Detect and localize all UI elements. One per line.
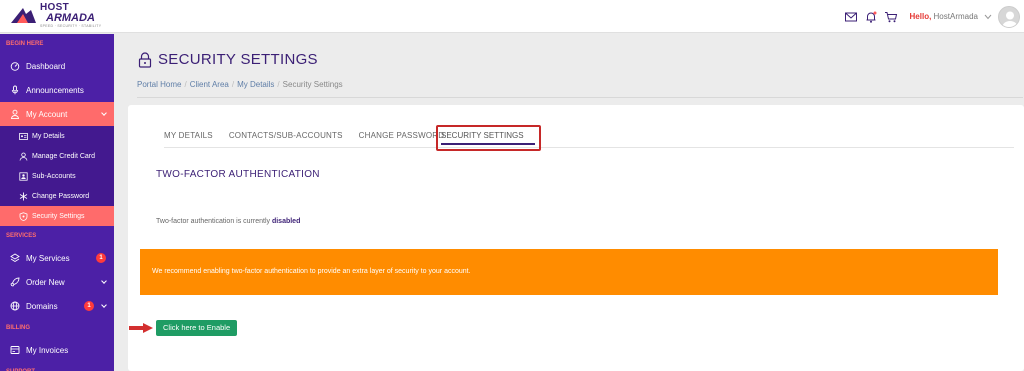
user-icon — [10, 109, 20, 119]
user-icon — [19, 152, 28, 161]
breadcrumb-separator: / — [232, 80, 234, 89]
notification-badge: 1 — [84, 301, 94, 311]
logo-text-armada: ARMADA — [46, 13, 101, 24]
dashboard-icon — [10, 61, 20, 71]
status-value: disabled — [272, 218, 300, 225]
security-settings-card: MY DETAILS CONTACTS/SUB-ACCOUNTS CHANGE … — [128, 105, 1024, 371]
tab-bar: MY DETAILS CONTACTS/SUB-ACCOUNTS CHANGE … — [164, 131, 460, 140]
sidebar-item-label: My Account — [26, 110, 67, 119]
globe-icon — [10, 301, 20, 311]
status-text: Two-factor authentication is currently — [156, 218, 272, 225]
breadcrumb: Portal Home/Client Area/My Details/Secur… — [137, 80, 343, 89]
sidebar-item-announcements[interactable]: Announcements — [0, 78, 114, 102]
top-bar: HOST ARMADA SPEED · SECURITY · STABILITY… — [0, 0, 1024, 33]
contact-box-icon — [19, 172, 28, 181]
sidebar-item-label: Security Settings — [32, 213, 85, 220]
notification-badge: 1 — [96, 253, 106, 263]
page-title: SECURITY SETTINGS — [158, 51, 318, 68]
sidebar-item-label: Dashboard — [26, 62, 65, 71]
shield-icon — [19, 212, 28, 221]
sidebar: BEGIN HERE Dashboard Announcements My Ac… — [0, 34, 114, 371]
warning-alert: We recommend enabling two-factor authent… — [140, 249, 998, 295]
sidebar-section-services: SERVICES — [0, 226, 114, 246]
sidebar-item-label: Sub-Accounts — [32, 173, 76, 180]
section-title: TWO-FACTOR AUTHENTICATION — [156, 169, 320, 180]
sidebar-item-label: My Services — [26, 254, 70, 263]
breadcrumb-portal-home[interactable]: Portal Home — [137, 80, 181, 89]
sidebar-item-dashboard[interactable]: Dashboard — [0, 54, 114, 78]
tab-my-details[interactable]: MY DETAILS — [164, 131, 213, 140]
chevron-down-icon — [101, 278, 107, 284]
chevron-down-icon — [101, 110, 107, 116]
tab-change-password[interactable]: CHANGE PASSWORD — [359, 131, 445, 140]
sidebar-item-label: Manage Credit Card — [32, 153, 95, 160]
breadcrumb-separator: / — [184, 80, 186, 89]
sidebar-item-my-account[interactable]: My Account — [0, 102, 114, 126]
enable-2fa-button[interactable]: Click here to Enable — [156, 320, 237, 336]
sidebar-item-order-new[interactable]: Order New — [0, 270, 114, 294]
lock-icon — [138, 52, 152, 68]
tab-contacts-sub-accounts[interactable]: CONTACTS/SUB-ACCOUNTS — [229, 131, 343, 140]
id-card-icon — [19, 132, 28, 141]
chevron-down-icon — [101, 302, 107, 308]
logo-tagline: SPEED · SECURITY · STABILITY — [40, 25, 101, 29]
bell-icon[interactable] — [864, 10, 878, 24]
active-tab-indicator — [441, 143, 535, 145]
sidebar-item-label: Announcements — [26, 86, 84, 95]
greeting-name: HostArmada — [934, 12, 978, 21]
tab-security-settings[interactable]: SECURITY SETTINGS — [441, 131, 524, 140]
breadcrumb-separator: / — [277, 80, 279, 89]
asterisk-icon — [19, 192, 28, 201]
sidebar-item-label: Order New — [26, 278, 65, 287]
user-avatar-icon — [999, 7, 1020, 28]
arrow-right-icon — [128, 322, 154, 334]
sidebar-item-label: Change Password — [32, 193, 89, 200]
rocket-icon — [10, 277, 20, 287]
sidebar-item-label: Domains — [26, 302, 58, 311]
sidebar-item-my-invoices[interactable]: My Invoices — [0, 338, 114, 362]
avatar[interactable] — [998, 6, 1020, 28]
invoice-icon — [10, 345, 20, 355]
sidebar-subitem-my-details[interactable]: My Details — [0, 126, 114, 146]
sidebar-item-domains[interactable]: Domains 1 — [0, 294, 114, 318]
two-factor-status: Two-factor authentication is currently d… — [156, 218, 300, 225]
microphone-icon — [10, 85, 20, 95]
sidebar-section-support: SUPPORT — [0, 362, 114, 371]
chevron-down-icon[interactable] — [984, 14, 992, 20]
sidebar-subitem-change-password[interactable]: Change Password — [0, 186, 114, 206]
breadcrumb-my-details[interactable]: My Details — [237, 80, 274, 89]
tab-bar-divider — [164, 147, 1014, 148]
sidebar-item-my-services[interactable]: My Services 1 — [0, 246, 114, 270]
sidebar-subitem-manage-credit-card[interactable]: Manage Credit Card — [0, 146, 114, 166]
sidebar-item-label: My Invoices — [26, 346, 68, 355]
sidebar-item-label: My Details — [32, 133, 65, 140]
user-greeting[interactable]: Hello, HostArmada — [910, 12, 978, 21]
mail-icon[interactable] — [844, 10, 858, 24]
main-content: SECURITY SETTINGS Portal Home/Client Are… — [114, 34, 1024, 371]
sidebar-section-begin-here: BEGIN HERE — [0, 34, 114, 54]
breadcrumb-client-area[interactable]: Client Area — [190, 80, 229, 89]
divider — [137, 97, 1023, 98]
layers-icon — [10, 253, 20, 263]
sidebar-section-billing: BILLING — [0, 318, 114, 338]
logo-mark-icon — [8, 5, 38, 27]
breadcrumb-current: Security Settings — [283, 80, 343, 89]
greeting-prefix: Hello, — [910, 12, 934, 21]
sidebar-subitem-sub-accounts[interactable]: Sub-Accounts — [0, 166, 114, 186]
hostarmada-logo[interactable]: HOST ARMADA SPEED · SECURITY · STABILITY — [8, 2, 101, 30]
sidebar-subitem-security-settings[interactable]: Security Settings — [0, 206, 114, 226]
cart-icon[interactable] — [884, 10, 898, 24]
